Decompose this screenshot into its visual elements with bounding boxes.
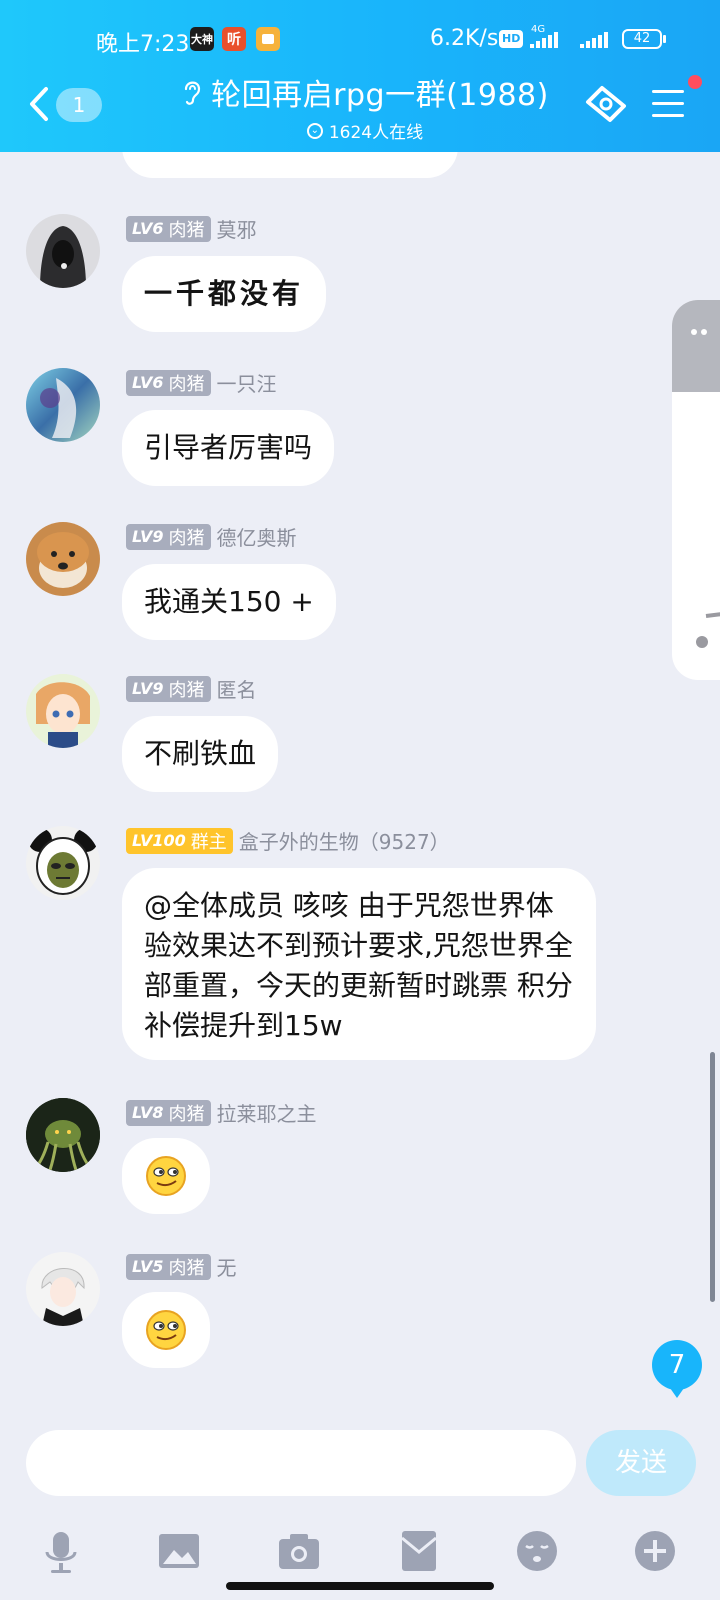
dashen-app-icon: 大神 [190, 27, 214, 51]
status-time: 晚上7:23 [96, 32, 190, 57]
music-note-icon[interactable] [692, 610, 720, 650]
emoji-icon[interactable] [512, 1526, 562, 1576]
floating-side-panel[interactable] [672, 300, 720, 680]
sender-name: 一只汪 [216, 372, 277, 396]
image-icon[interactable] [154, 1526, 204, 1576]
level-badge: LV8 肉猪 [126, 1099, 211, 1126]
message-meta: LV100 群主 盒子外的生物（9527） [126, 826, 450, 855]
avatar[interactable] [26, 368, 100, 442]
hd-icon: HD [499, 30, 524, 48]
message-bubble[interactable]: 引导者厉害吗 [122, 410, 335, 486]
sender-name: 拉莱耶之主 [216, 1102, 317, 1126]
signal-icon [530, 30, 558, 48]
notes-app-icon [256, 27, 280, 51]
sender-name: 莫邪 [216, 218, 257, 242]
chat-header: 晚上7:23 大神 听 6.2K/s HD 4G 42 1 轮回再启rpg一群(… [0, 0, 720, 152]
menu-icon[interactable] [652, 90, 684, 118]
message-bubble[interactable]: 一千都没有 [122, 256, 327, 332]
level-badge: LV5 肉猪 [126, 1253, 211, 1280]
page-title: 轮回再启rpg一群(1988) [211, 78, 549, 113]
message-meta: LV9 肉猪 匿名 [126, 674, 257, 703]
sender-name: 匿名 [216, 678, 257, 702]
new-message-count[interactable]: 7 [652, 1340, 702, 1398]
level-badge: LV6 肉猪 [126, 369, 211, 396]
message-bubble-partial [122, 152, 458, 178]
smirk-emoji-icon [146, 1310, 186, 1350]
message-meta: LV6 肉猪 莫邪 [126, 214, 257, 243]
notification-dot [688, 75, 702, 89]
message-meta: LV6 肉猪 一只汪 [126, 368, 277, 397]
back-unread-count[interactable]: 1 [56, 88, 102, 122]
listen-ear-icon [185, 81, 201, 105]
avatar[interactable] [26, 522, 100, 596]
level-badge: LV9 肉猪 [126, 523, 211, 550]
chat-title-block[interactable]: 轮回再启rpg一群(1988) ⌄ 1624人在线 [150, 70, 580, 143]
online-count: 1624人在线 [328, 123, 424, 143]
online-chevron-icon: ⌄ [306, 122, 323, 139]
avatar[interactable] [26, 674, 100, 748]
camera-icon[interactable] [274, 1526, 324, 1576]
scrollbar[interactable] [710, 1052, 715, 1302]
message-list[interactable]: LV6 肉猪 莫邪 一千都没有 LV6 肉猪 一只汪 引导者厉害吗 LV9 肉猪 德亿… [0, 152, 720, 1404]
avatar[interactable] [26, 826, 100, 900]
message-bubble[interactable] [122, 1292, 210, 1368]
red-packet-icon[interactable] [394, 1526, 444, 1576]
message-bubble[interactable] [122, 1138, 210, 1214]
sender-name: 盒子外的生物（9527） [238, 830, 450, 854]
avatar[interactable] [26, 1252, 100, 1326]
avatar[interactable] [26, 1098, 100, 1172]
message-bubble[interactable]: 我通关150 + [122, 564, 336, 640]
level-badge: LV6 肉猪 [126, 215, 211, 242]
level-badge: LV9 肉猪 [126, 675, 211, 702]
battery-icon: 42 [622, 29, 666, 49]
sender-name: 德亿奥斯 [216, 526, 297, 550]
message-bubble[interactable]: 不刷铁血 [122, 716, 279, 792]
back-arrow-icon[interactable] [28, 86, 50, 122]
microphone-icon[interactable] [36, 1526, 86, 1576]
smirk-emoji-icon [146, 1156, 186, 1196]
ticket-icon[interactable] [584, 84, 628, 124]
send-button[interactable]: 发送 [586, 1430, 696, 1496]
message-meta: LV5 肉猪 无 [126, 1252, 237, 1281]
home-indicator[interactable] [226, 1582, 494, 1590]
plus-icon[interactable] [630, 1526, 680, 1576]
ting-app-icon: 听 [222, 27, 246, 51]
net-speed: 6.2K/s [430, 26, 499, 51]
signal-icon-2 [580, 30, 608, 48]
message-input[interactable] [26, 1430, 576, 1496]
message-meta: LV8 肉猪 拉莱耶之主 [126, 1098, 317, 1127]
sender-name: 无 [216, 1256, 237, 1280]
avatar[interactable] [26, 214, 100, 288]
status-bar: 晚上7:23 大神 听 6.2K/s HD 4G 42 [0, 24, 720, 57]
message-meta: LV9 肉猪 德亿奥斯 [126, 522, 297, 551]
input-bar: 发送 [0, 1404, 720, 1600]
side-panel-header [672, 300, 720, 392]
message-bubble[interactable]: @全体成员 咳咳 由于咒怨世界体验效果达不到预计要求,咒怨世界全部重置，今天的更… [122, 868, 596, 1060]
owner-badge: LV100 群主 [126, 827, 233, 854]
